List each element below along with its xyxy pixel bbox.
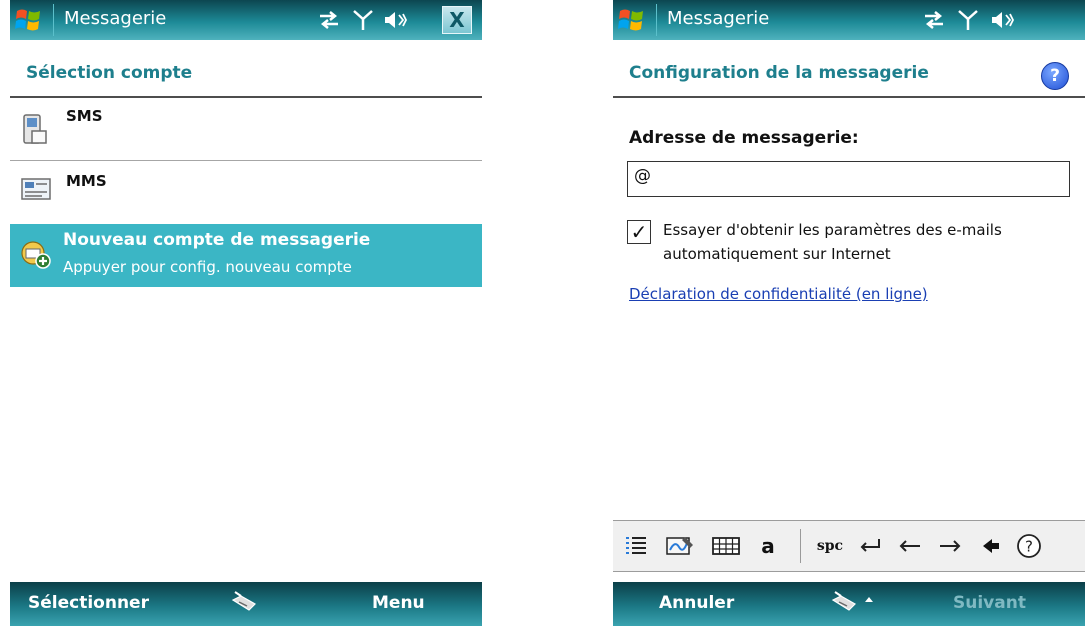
svg-text:?: ?	[1025, 538, 1033, 556]
keyboard-grid-icon[interactable]	[709, 531, 743, 561]
keyboard-input-icon[interactable]	[829, 590, 873, 616]
page-title: Sélection compte	[26, 63, 193, 83]
handwriting-icon[interactable]	[663, 531, 697, 561]
volume-icon[interactable]	[382, 8, 408, 32]
app-title: Messagerie	[64, 8, 167, 29]
page-header: Configuration de la messagerie ?	[613, 56, 1085, 98]
next-softkey: Suivant	[953, 593, 1026, 613]
mms-icon	[20, 174, 51, 202]
softkey-bar: Sélectionner Menu	[10, 582, 482, 626]
signal-antenna-icon[interactable]	[955, 8, 981, 32]
email-address-input[interactable]: @	[627, 161, 1070, 197]
title-separator	[53, 4, 54, 36]
letter-recognizer-button[interactable]: a	[754, 531, 782, 561]
backspace-icon[interactable]	[975, 531, 1005, 561]
account-selection-screen: Messagerie X Sélection compte SMS MMS No…	[10, 0, 482, 632]
list-icon[interactable]	[621, 531, 651, 561]
email-setup-screen: Messagerie Configuration de la messageri…	[613, 0, 1085, 632]
app-title: Messagerie	[667, 8, 770, 29]
title-bar: Messagerie	[613, 0, 1085, 40]
account-sublabel: Appuyer pour config. nouveau compte	[63, 258, 352, 276]
sip-help-button[interactable]: ?	[1013, 531, 1045, 561]
connectivity-icon[interactable]	[921, 8, 947, 32]
space-button[interactable]: spc	[813, 531, 847, 561]
new-email-account-icon	[20, 240, 51, 269]
keyboard-input-icon[interactable]	[229, 590, 261, 616]
title-bar: Messagerie X	[10, 0, 482, 40]
signal-antenna-icon[interactable]	[350, 8, 376, 32]
title-separator	[656, 4, 657, 36]
account-item-new-email[interactable]: Nouveau compte de messagerie Appuyer pou…	[10, 224, 482, 287]
account-item-mms[interactable]: MMS	[10, 162, 482, 217]
left-arrow-icon[interactable]	[895, 531, 925, 561]
softkey-bar: Annuler Suivant	[613, 582, 1085, 626]
account-item-sms[interactable]: SMS	[10, 99, 482, 161]
close-button[interactable]: X	[442, 6, 472, 34]
page-title: Configuration de la messagerie	[629, 63, 929, 83]
page-header: Sélection compte	[10, 56, 482, 98]
select-softkey[interactable]: Sélectionner	[28, 593, 149, 613]
toolbar-separator	[800, 529, 801, 563]
cancel-softkey[interactable]: Annuler	[659, 593, 734, 613]
account-label: Nouveau compte de messagerie	[63, 230, 371, 250]
sms-icon	[20, 113, 50, 144]
auto-settings-label: Essayer d'obtenir les paramètres des e-m…	[663, 221, 1002, 263]
windows-start-icon[interactable]	[14, 6, 44, 34]
volume-icon[interactable]	[989, 8, 1015, 32]
account-label: MMS	[66, 172, 107, 190]
right-arrow-icon[interactable]	[935, 531, 965, 561]
account-label: SMS	[66, 107, 103, 125]
help-icon[interactable]: ?	[1041, 62, 1069, 90]
windows-start-icon[interactable]	[617, 6, 647, 34]
input-panel-toolbar: a spc ?	[613, 520, 1085, 572]
privacy-statement-link[interactable]: Déclaration de confidentialité (en ligne…	[629, 285, 928, 303]
auto-settings-checkbox[interactable]: ✓	[627, 220, 651, 244]
connectivity-icon[interactable]	[316, 8, 342, 32]
menu-softkey[interactable]: Menu	[372, 593, 425, 613]
enter-arrow-icon[interactable]	[855, 531, 885, 561]
email-address-label: Adresse de messagerie:	[629, 128, 859, 148]
